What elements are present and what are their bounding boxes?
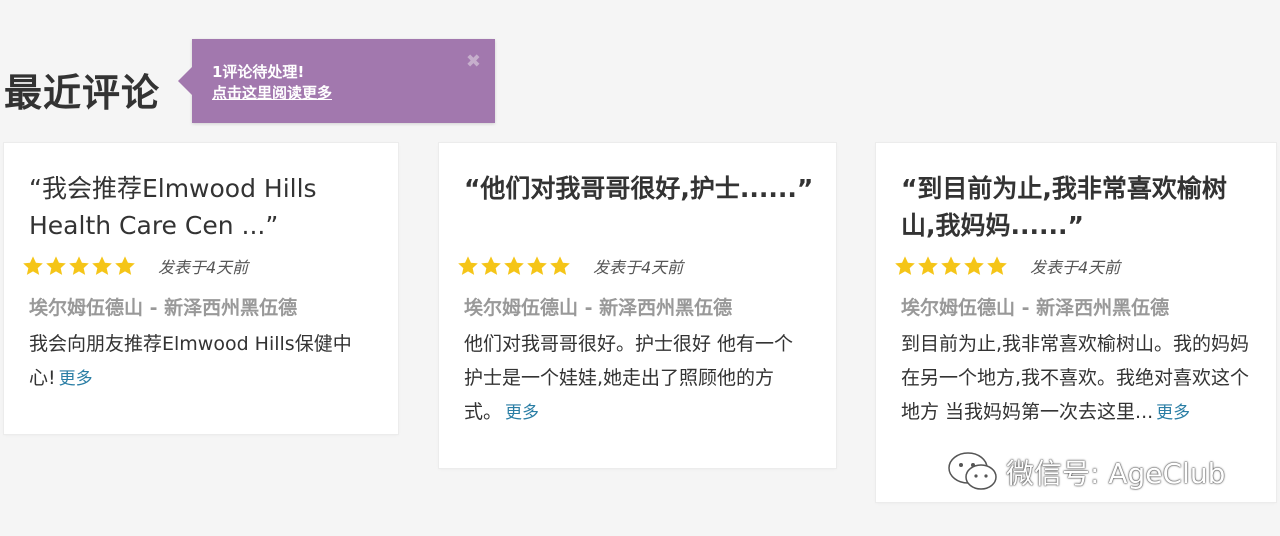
star-icon (504, 256, 524, 275)
review-body: 到目前为止,我非常喜欢榆树山。我的妈妈在另一个地方,我不喜欢。我绝对喜欢这个地方… (901, 327, 1252, 430)
star-rating (894, 255, 1008, 277)
rating-row: 发表于4天前 (22, 254, 248, 278)
pending-comments-notice: 1评论待处理! 点击这里阅读更多 ✖ (178, 39, 495, 123)
posted-date: 发表于4天前 (1030, 258, 1121, 277)
review-card: “我会推荐Elmwood Hills Health Care Cen ...” … (4, 143, 398, 434)
review-location: 埃尔姆伍德山 - 新泽西州黑伍德 (464, 297, 733, 319)
star-rating (457, 255, 571, 277)
star-icon (527, 256, 547, 275)
watermark: 微信号: AgeClub (946, 451, 1225, 493)
page-title: 最近评论 (4, 71, 161, 115)
posted-date: 发表于4天前 (158, 258, 249, 277)
more-link[interactable]: 更多 (505, 403, 539, 423)
review-title[interactable]: “他们对我哥哥很好,护士......” (464, 170, 816, 207)
review-card: “他们对我哥哥很好,护士......” 发表于4天前 埃尔姆伍德山 - 新泽西州… (439, 143, 836, 468)
star-icon (895, 256, 915, 275)
review-title[interactable]: “到目前为止,我非常喜欢榆树山,我妈妈......” (901, 170, 1256, 244)
notice-read-more-link[interactable]: 点击这里阅读更多 (212, 82, 332, 103)
star-icon (987, 256, 1007, 275)
review-title[interactable]: “我会推荐Elmwood Hills Health Care Cen ...” (29, 170, 378, 244)
review-location: 埃尔姆伍德山 - 新泽西州黑伍德 (29, 297, 298, 319)
star-icon (941, 256, 961, 275)
notice-message: 1评论待处理! (212, 63, 305, 81)
review-card: “到目前为止,我非常喜欢榆树山,我妈妈......” 发表于4天前 埃尔姆伍德山… (876, 143, 1276, 502)
wechat-icon (948, 452, 997, 490)
star-icon (458, 256, 478, 275)
star-icon (46, 256, 66, 275)
star-icon (23, 256, 43, 275)
more-link[interactable]: 更多 (59, 369, 93, 389)
review-body: 我会向朋友推荐Elmwood Hills保健中心! 更多 (29, 327, 374, 396)
watermark-text: 微信号: AgeClub (1006, 457, 1226, 490)
review-location: 埃尔姆伍德山 - 新泽西州黑伍德 (901, 297, 1170, 319)
rating-row: 发表于4天前 (457, 254, 683, 278)
star-icon (918, 256, 938, 275)
star-icon (92, 256, 112, 275)
star-icon (481, 256, 501, 275)
star-icon (115, 256, 135, 275)
star-rating (22, 255, 136, 277)
review-text: 到目前为止,我非常喜欢榆树山。我的妈妈在另一个地方,我不喜欢。我绝对喜欢这个地方… (901, 333, 1250, 423)
more-link[interactable]: 更多 (1156, 403, 1190, 423)
star-icon (550, 256, 570, 275)
star-icon (964, 256, 984, 275)
review-body: 他们对我哥哥很好。护士很好 他有一个护士是一个娃娃,她走出了照顾他的方式。 更多 (464, 327, 812, 430)
star-icon (69, 256, 89, 275)
rating-row: 发表于4天前 (894, 254, 1120, 278)
close-icon[interactable]: ✖ (466, 53, 481, 71)
posted-date: 发表于4天前 (593, 258, 684, 277)
